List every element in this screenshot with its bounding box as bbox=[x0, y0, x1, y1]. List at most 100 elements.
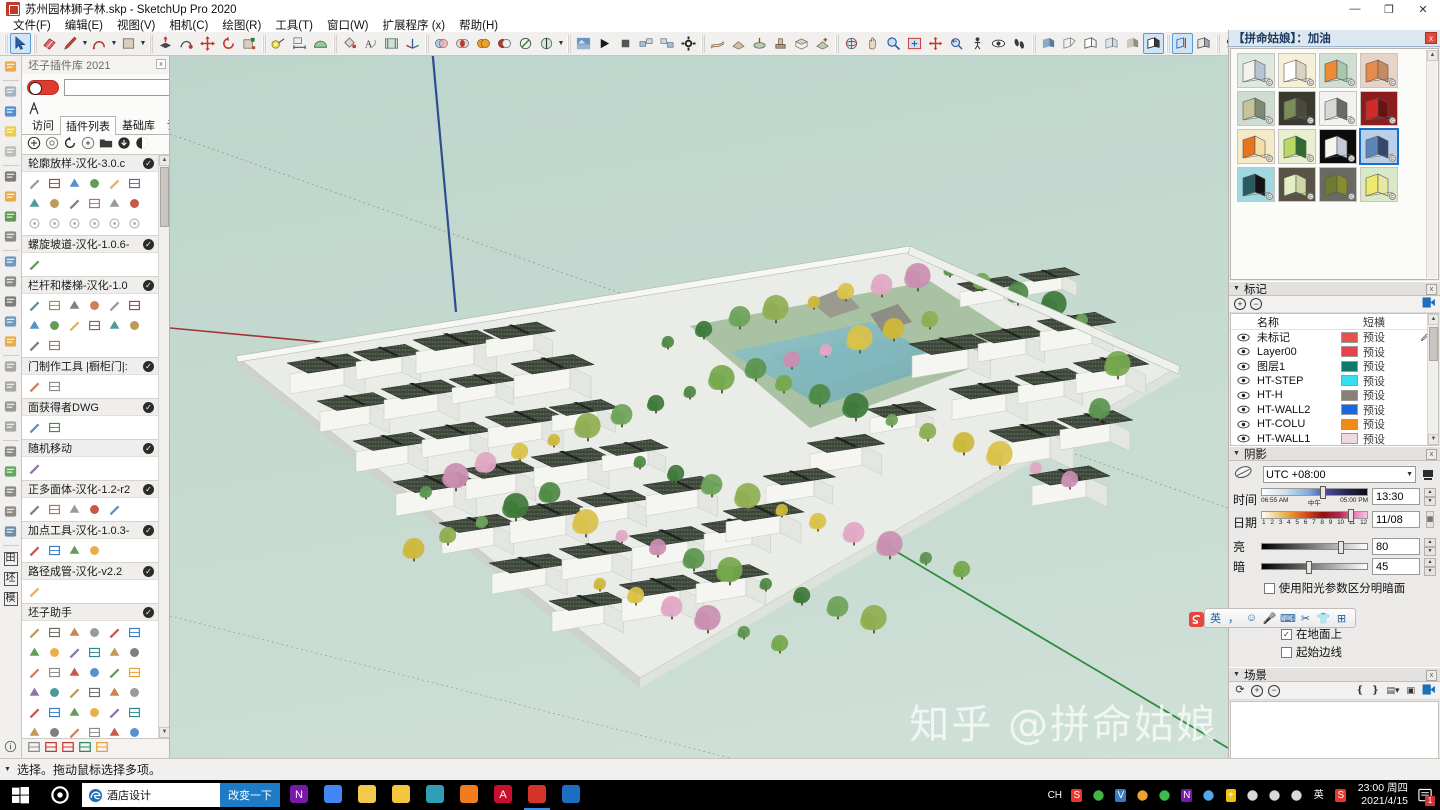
tray-sogou-2[interactable]: S bbox=[1330, 780, 1352, 810]
toolbar-grip-6[interactable] bbox=[567, 34, 571, 53]
ime-emoji-button[interactable]: ☺ bbox=[1244, 612, 1259, 624]
tag-visibility-toggle[interactable] bbox=[1231, 347, 1255, 356]
group-railing-stairs-header[interactable]: 栏杆和楼梯-汉化-1.0 ✓ bbox=[22, 277, 158, 294]
light-slider-knob[interactable] bbox=[1337, 541, 1344, 554]
solid-union[interactable] bbox=[473, 33, 494, 54]
scenes-panel-close-button[interactable]: x bbox=[1426, 670, 1437, 681]
toolbar-grip-9[interactable] bbox=[1032, 34, 1036, 53]
dimension-tool[interactable] bbox=[289, 33, 310, 54]
enable-toggle[interactable] bbox=[27, 79, 59, 95]
tab-base-library[interactable]: 基础库 bbox=[116, 115, 161, 134]
style-thumb-1[interactable]: c bbox=[1237, 53, 1275, 88]
previous-view[interactable] bbox=[946, 33, 967, 54]
style-thumb-10[interactable]: c bbox=[1278, 129, 1316, 164]
remove-tag-button[interactable]: − bbox=[1250, 298, 1262, 310]
sogou-logo-icon[interactable] bbox=[1187, 609, 1205, 629]
group-pizi-helper-icon-22[interactable] bbox=[85, 683, 104, 702]
arc-tool-dropdown[interactable]: ▼ bbox=[110, 33, 118, 54]
rail-tree-tool[interactable] bbox=[1, 208, 21, 228]
tag-row[interactable]: 未标记 预设 bbox=[1231, 330, 1438, 345]
group-pizi-helper-icon-24[interactable] bbox=[125, 683, 144, 702]
group-polyhedra-icon-1[interactable] bbox=[25, 500, 44, 519]
shadows-panel-close-button[interactable]: x bbox=[1426, 449, 1437, 460]
date-slider-knob[interactable] bbox=[1348, 509, 1355, 522]
rail-layout1-tool[interactable] bbox=[1, 358, 21, 378]
look-around-tool[interactable] bbox=[988, 33, 1009, 54]
style-thumb-13[interactable]: c bbox=[1237, 167, 1275, 202]
toolbar-grip-2[interactable] bbox=[149, 34, 153, 53]
style-thumb-14[interactable]: c bbox=[1278, 167, 1316, 202]
rail-chat-tool[interactable] bbox=[1, 313, 21, 333]
add-detail-tool[interactable] bbox=[812, 33, 833, 54]
menu-window[interactable]: 窗口(W) bbox=[320, 17, 376, 33]
menu-edit[interactable]: 编辑(E) bbox=[58, 17, 110, 33]
ime-language-toggle[interactable]: 英 bbox=[1208, 610, 1223, 626]
group-profile-builder-icon-13[interactable] bbox=[25, 214, 44, 233]
tags-scroll-thumb[interactable] bbox=[1429, 327, 1438, 361]
notification-button[interactable]: 1 bbox=[1414, 780, 1436, 810]
ime-keyboard-button[interactable]: ⌨ bbox=[1280, 612, 1296, 625]
group-pizi-helper-icon-20[interactable] bbox=[45, 683, 64, 702]
tags-scrollbar[interactable]: ▲ ▼ bbox=[1427, 314, 1438, 445]
solid-trim[interactable] bbox=[515, 33, 536, 54]
footer-icon-1[interactable] bbox=[27, 740, 41, 757]
group-add-point-icon-4[interactable] bbox=[85, 541, 104, 560]
footer-icon-5[interactable] bbox=[95, 740, 109, 757]
menu-camera[interactable]: 相机(C) bbox=[162, 17, 215, 33]
text-tool[interactable]: A bbox=[360, 33, 381, 54]
group-pizi-helper-icon-12[interactable] bbox=[125, 643, 144, 662]
extension-panel-close-button[interactable]: x bbox=[156, 59, 166, 69]
toolbar-grip-1[interactable] bbox=[33, 34, 37, 53]
group-pizi-helper-icon-15[interactable] bbox=[65, 663, 84, 682]
group-pizi-helper-icon-27[interactable] bbox=[65, 703, 84, 722]
group-pizi-helper-icon-8[interactable] bbox=[45, 643, 64, 662]
footer-icon-3[interactable] bbox=[61, 740, 75, 757]
tags-collapse-icon[interactable]: ▼ bbox=[1233, 285, 1240, 292]
group-add-point-header[interactable]: 加点工具-汉化-1.0.3- ✓ bbox=[22, 522, 158, 539]
group-door-maker-header[interactable]: 门制作工具 |橱柜门|: ✓ bbox=[22, 358, 158, 375]
menu-help[interactable]: 帮助(H) bbox=[452, 17, 505, 33]
group-face-dwg-icon-2[interactable] bbox=[45, 418, 64, 437]
use-sun-params-row[interactable]: 使用阳光参数区分明暗面 bbox=[1233, 580, 1436, 596]
group-railing-stairs-icon-3[interactable] bbox=[65, 296, 84, 315]
group-pizi-helper-icon-30[interactable] bbox=[125, 703, 144, 722]
texture-preview[interactable] bbox=[573, 33, 594, 54]
rail-battery-tool[interactable] bbox=[1, 463, 21, 483]
group-face-dwg-icon-1[interactable] bbox=[25, 418, 44, 437]
style-thumb-15[interactable]: c bbox=[1319, 167, 1357, 202]
group-pizi-helper-icon-13[interactable] bbox=[25, 663, 44, 682]
ime-punctuation-toggle[interactable]: ， bbox=[1226, 610, 1241, 626]
style-thumb-4[interactable]: c bbox=[1360, 53, 1398, 88]
tag-details-button[interactable] bbox=[1422, 297, 1435, 311]
tags-table[interactable]: 名称 短横 未标记 预设 Layer00 预设 图层1 预设 HT-STEP 预设 HT-H 预设… bbox=[1230, 313, 1439, 446]
tray-network[interactable] bbox=[1264, 780, 1286, 810]
group-pizi-helper-icon-34[interactable] bbox=[85, 723, 104, 738]
extension-list-scrollbar[interactable]: ▲ ▼ bbox=[158, 155, 169, 738]
taskbar-app5[interactable] bbox=[418, 780, 452, 810]
tags-scroll-up[interactable]: ▲ bbox=[1428, 314, 1438, 325]
tag-color-swatch[interactable] bbox=[1341, 375, 1361, 387]
group-railing-stairs-icon-8[interactable] bbox=[45, 316, 64, 335]
tag-color-swatch[interactable] bbox=[1341, 331, 1361, 343]
footer-icon-2[interactable] bbox=[44, 740, 58, 757]
rail-tian-tool[interactable]: 田 bbox=[1, 548, 21, 568]
tag-visibility-toggle[interactable] bbox=[1231, 333, 1255, 342]
tray-cloud[interactable] bbox=[1132, 780, 1154, 810]
group-pizi-helper-icon-17[interactable] bbox=[105, 663, 124, 682]
rail-mo-tool[interactable]: 模 bbox=[1, 588, 21, 608]
tray-volume-muted[interactable] bbox=[1286, 780, 1308, 810]
ime-voice-button[interactable]: 🎤 bbox=[1262, 612, 1277, 625]
style-thumb-9[interactable]: c bbox=[1237, 129, 1275, 164]
tag-row[interactable]: HT-WALL1 预设 bbox=[1231, 432, 1438, 445]
style-thumb-2[interactable]: c bbox=[1278, 53, 1316, 88]
group-profile-builder-icon-18[interactable] bbox=[125, 214, 144, 233]
tag-row[interactable]: HT-WALL2 预设 bbox=[1231, 403, 1438, 418]
pan-tool[interactable] bbox=[862, 33, 883, 54]
group-spiral-ramp-header[interactable]: 螺旋坡道-汉化-1.0.6- ✓ bbox=[22, 236, 158, 253]
rail-print-tool[interactable] bbox=[1, 398, 21, 418]
toolbar-grip-3[interactable] bbox=[262, 34, 266, 53]
group-add-point-icon-3[interactable] bbox=[65, 541, 84, 560]
tag-color-swatch[interactable] bbox=[1341, 404, 1361, 416]
scale-tool[interactable] bbox=[239, 33, 260, 54]
tray-sogou-1[interactable]: S bbox=[1066, 780, 1088, 810]
